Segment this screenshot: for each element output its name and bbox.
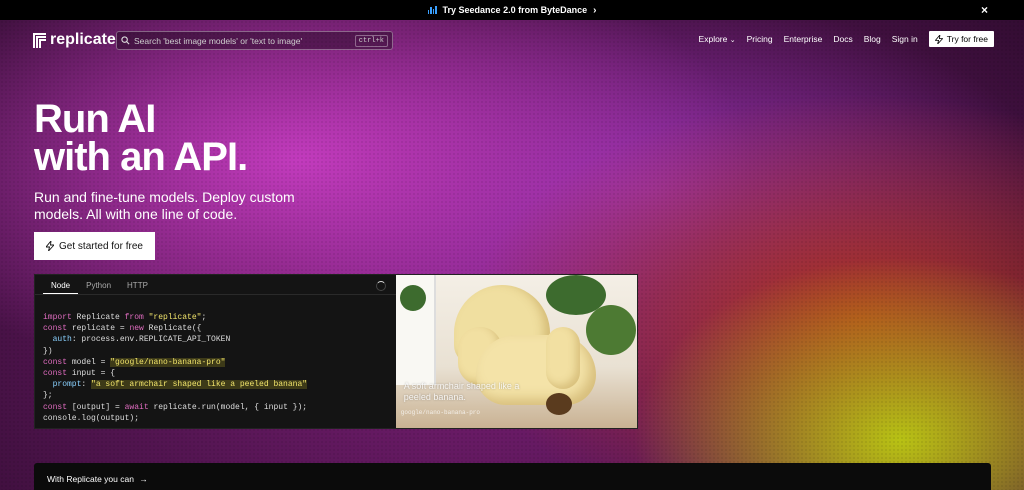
code-block: Node Python HTTP import Replicate from "… — [35, 275, 396, 428]
prompt-string: "a soft armchair shaped like a peeled ba… — [91, 380, 308, 390]
code-token: }; — [43, 391, 53, 401]
model-string: "google/nano-banana-pro" — [110, 357, 226, 367]
bolt-icon — [46, 241, 55, 251]
nav-docs[interactable]: Docs — [833, 34, 852, 44]
code-token: prompt — [43, 380, 82, 390]
code-token: const — [43, 402, 68, 412]
hero-title-line-2: with an API. — [34, 135, 248, 179]
hero-subtitle: Run and fine-tune models. Deploy custom … — [34, 189, 295, 222]
search-bar[interactable]: ctrl+k — [116, 31, 393, 50]
announcement-bar[interactable]: Try Seedance 2.0 from ByteDance › × — [0, 0, 1024, 20]
nav-pricing[interactable]: Pricing — [747, 34, 773, 44]
top-nav: replicate ctrl+k Explore ⌄ Pricing Enter… — [0, 30, 1024, 50]
loading-spinner-icon — [375, 281, 386, 291]
seedance-logo-icon — [427, 6, 437, 14]
plant-illustration — [399, 285, 426, 311]
code-token: import — [43, 313, 72, 322]
features-section: With Replicate you can → — [34, 463, 991, 490]
language-tabs: Node Python HTTP — [35, 275, 396, 295]
tab-python[interactable]: Python — [78, 275, 119, 294]
tab-node[interactable]: Node — [43, 275, 79, 294]
code-token: Replicate — [71, 313, 125, 322]
chevron-down-icon: ⌄ — [729, 37, 736, 44]
code-token: model = — [67, 357, 111, 367]
plant-illustration — [585, 305, 636, 355]
features-heading: With Replicate you can → — [47, 474, 148, 484]
search-icon — [121, 36, 130, 45]
code-token: await — [124, 402, 149, 412]
close-icon[interactable]: × — [981, 3, 988, 17]
image-caption: A soft armchair shaped like a peeled ban… — [403, 381, 520, 402]
code-example-panel: Node Python HTTP import Replicate from "… — [34, 274, 638, 429]
code-token: Replicate({ — [143, 324, 202, 334]
code-token: "replicate" — [143, 313, 202, 322]
brand-logo[interactable]: replicate — [33, 31, 116, 49]
search-input[interactable] — [134, 35, 355, 46]
code-token: ; — [201, 313, 207, 322]
try-for-free-button[interactable]: Try for free — [928, 31, 994, 47]
armchair-arm — [545, 327, 580, 389]
code-token: replicate = — [67, 324, 130, 334]
output-image[interactable]: A soft armchair shaped like a peeled ban… — [395, 275, 637, 428]
announcement-text[interactable]: Try Seedance 2.0 from ByteDance — [443, 5, 588, 15]
code-token: : — [81, 380, 92, 390]
code-snippet[interactable]: import Replicate from "replicate"; const… — [35, 295, 396, 424]
nav-explore[interactable]: Explore ⌄ — [699, 34, 736, 44]
brand-name: replicate — [50, 31, 116, 48]
code-token: [output] = — [67, 402, 125, 412]
hero-title: Run AI with an API. — [34, 97, 248, 179]
shortcut-badge: ctrl+k — [354, 34, 388, 47]
tab-http[interactable]: HTTP — [119, 275, 156, 294]
try-for-free-label: Try for free — [946, 34, 988, 44]
replicate-logo-icon — [33, 32, 46, 48]
code-token: replicate.run(model, { input }); — [148, 402, 308, 412]
nav-enterprise[interactable]: Enterprise — [784, 34, 823, 44]
features-heading-text: With Replicate you can — [47, 474, 134, 484]
banana-tip — [545, 393, 572, 415]
code-token: const — [43, 357, 68, 367]
code-token: const — [43, 324, 68, 334]
nav-explore-label: Explore — [698, 34, 728, 44]
image-model-label: google/nano-banana-pro — [400, 409, 481, 416]
bolt-icon — [934, 34, 943, 44]
code-token: input = { — [67, 369, 116, 379]
nav-signin[interactable]: Sign in — [892, 34, 918, 44]
hero-title-line-1: Run AI — [34, 97, 156, 141]
code-token: new — [129, 324, 144, 334]
chevron-right-icon: › — [593, 4, 597, 16]
code-token: : process.env.REPLICATE_API_TOKEN — [71, 335, 231, 345]
get-started-button[interactable]: Get started for free — [34, 232, 155, 260]
nav-blog[interactable]: Blog — [864, 34, 881, 44]
code-token: const — [43, 369, 68, 379]
code-token: }) — [43, 346, 53, 356]
arrow-icon: → — [139, 474, 148, 484]
get-started-label: Get started for free — [59, 240, 143, 252]
code-token: from — [124, 313, 144, 322]
code-token: console.log(output); — [43, 413, 140, 423]
nav-links: Explore ⌄ Pricing Enterprise Docs Blog S… — [699, 31, 994, 47]
code-token: auth — [43, 335, 72, 345]
